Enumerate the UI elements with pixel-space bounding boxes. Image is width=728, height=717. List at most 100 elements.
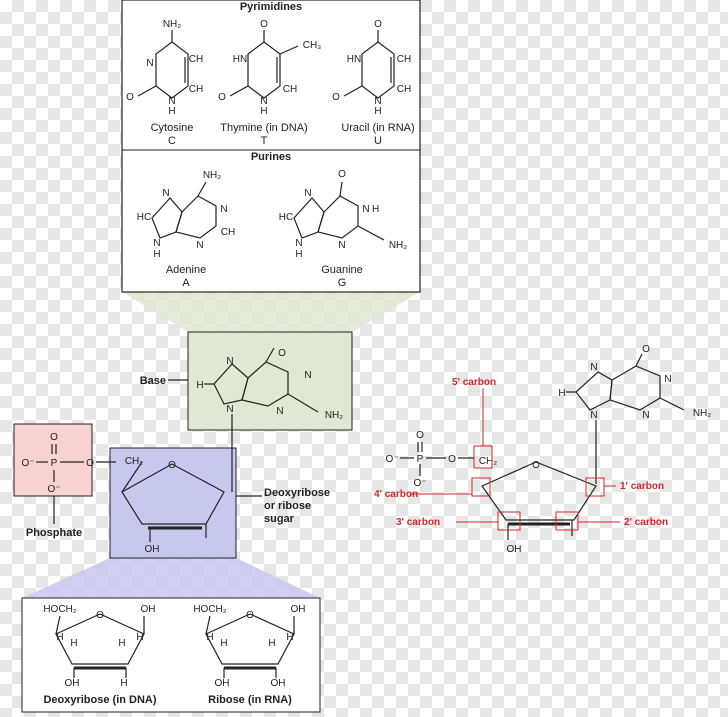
base-o: O (278, 348, 286, 359)
deoxyribose-h2: H (118, 638, 125, 649)
phosphate-o-left: O⁻ (21, 458, 34, 469)
deoxyribose-h3: H (56, 632, 63, 643)
phosphate-p: P (51, 458, 58, 469)
ribose-h1: H (220, 638, 227, 649)
cytosine-name: Cytosine (151, 122, 194, 134)
carbon-3-box (497, 511, 521, 531)
adenine-n1: N (220, 204, 227, 215)
adenine-letter: A (182, 277, 190, 289)
thymine-ch6: CH (283, 84, 297, 95)
right-base-n3: N (642, 410, 649, 421)
phosphate-o-bottom: O⁻ (47, 484, 60, 495)
carbon-3-label: 3' carbon (396, 517, 440, 528)
adenine-n9: N (153, 238, 160, 249)
deoxyribose-hoch2: HOCH₂ (43, 604, 76, 615)
deoxyribose-label: Deoxyribose (in DNA) (43, 694, 156, 706)
cytosine-ch5: CH (189, 54, 203, 65)
ribose-oh2: OH (215, 678, 230, 689)
right-phosphate-o-right: O (448, 454, 456, 465)
cytosine-o: O (126, 92, 134, 103)
phosphate-label: Phosphate (26, 527, 82, 539)
deoxyribose-h1: H (70, 638, 77, 649)
right-sugar: O OH CH₂ (479, 456, 597, 555)
guanine-h1: H (372, 204, 379, 215)
uracil-letter: U (374, 135, 382, 147)
adenine-h: H (153, 249, 160, 260)
sugar-ch2: CH₂ (125, 456, 143, 467)
cytosine-nh2: NH₂ (163, 19, 181, 30)
adenine-hc8: HC (137, 212, 151, 223)
guanine-o: O (338, 169, 346, 180)
thymine-letter: T (261, 135, 268, 147)
right-phosphate-p: P (417, 454, 424, 465)
right-base: O N H N N N NH₂ (558, 344, 711, 421)
funnel-sugar-to-sugars (22, 558, 320, 598)
uracil-o2: O (332, 92, 340, 103)
right-base-n1: N (664, 374, 671, 385)
cytosine-h: H (168, 106, 175, 117)
base-label: Base (140, 375, 166, 387)
uracil-hn3: HN (347, 54, 361, 65)
ribose-oh1: OH (291, 604, 306, 615)
thymine-h: H (260, 106, 267, 117)
right-base-nh2: NH₂ (693, 408, 711, 419)
right-phosphate-o-left: O⁻ (385, 454, 398, 465)
guanine-nh2: NH₂ (389, 240, 407, 251)
purines-heading: Purines (251, 151, 291, 163)
sugar-label-3: sugar (264, 513, 295, 525)
right-base-n7: N (590, 362, 597, 373)
guanine-hc8: HC (279, 212, 293, 223)
sugar-o: O (168, 460, 176, 471)
carbon-5-label: 5' carbon (452, 377, 496, 388)
ribose-h2: H (268, 638, 275, 649)
cytosine-n3: N (146, 58, 153, 69)
pyrimidines-heading: Pyrimidines (240, 1, 302, 13)
guanine-n1: N (362, 204, 369, 215)
thymine-ch3: CH₃ (303, 40, 322, 51)
base-h8: H (196, 380, 203, 391)
uracil-name: Uracil (in RNA) (341, 122, 414, 134)
base-n7: N (226, 356, 233, 367)
thymine-o4: O (260, 19, 268, 30)
deoxyribose-h4: H (136, 632, 143, 643)
right-phosphate-o-top: O (416, 430, 424, 441)
guanine-h9: H (295, 249, 302, 260)
thymine-name: Thymine (in DNA) (220, 122, 307, 134)
deoxyribose-h5: H (120, 678, 127, 689)
right-base-o: O (642, 344, 650, 355)
cytosine-ch6: CH (189, 84, 203, 95)
guanine-n7: N (304, 188, 311, 199)
funnel-bases-to-base (122, 292, 420, 332)
adenine-nh2: NH₂ (203, 170, 221, 181)
guanine-name: Guanine (321, 264, 363, 276)
thymine-hn3: HN (233, 54, 247, 65)
ribose-oh3: OH (271, 678, 286, 689)
base-n3: N (276, 406, 283, 417)
base-n1: N (304, 370, 311, 381)
sugar-oh: OH (145, 544, 160, 555)
thymine-o2: O (218, 92, 226, 103)
deoxyribose-oh1: OH (141, 604, 156, 615)
adenine-n3: N (196, 240, 203, 251)
sugar-label-1: Deoxyribose (264, 487, 330, 499)
carbon-1-label: 1' carbon (620, 481, 664, 492)
uracil-ch6: CH (397, 84, 411, 95)
adenine-name: Adenine (166, 264, 206, 276)
deoxyribose-oh2: OH (65, 678, 80, 689)
right-sugar-ch2: CH₂ (479, 456, 497, 467)
right-base-h8: H (558, 388, 565, 399)
uracil-o4: O (374, 19, 382, 30)
carbon-2-label: 2' carbon (624, 517, 668, 528)
right-phosphate: P O O⁻ O⁻ O (385, 430, 474, 489)
sugar-label-2: or ribose (264, 500, 311, 512)
base-nh2: NH₂ (325, 410, 343, 421)
ribose-label: Ribose (in RNA) (208, 694, 292, 706)
carbon-2-box (555, 511, 579, 531)
carbon-4-label: 4' carbon (374, 489, 418, 500)
uracil-h: H (374, 106, 381, 117)
guanine-letter: G (338, 277, 347, 289)
adenine-ch2: CH (221, 227, 235, 238)
phosphate-o-top: O (50, 432, 58, 443)
adenine-n7: N (162, 188, 169, 199)
right-phosphate-o-bottom: O⁻ (413, 478, 426, 489)
